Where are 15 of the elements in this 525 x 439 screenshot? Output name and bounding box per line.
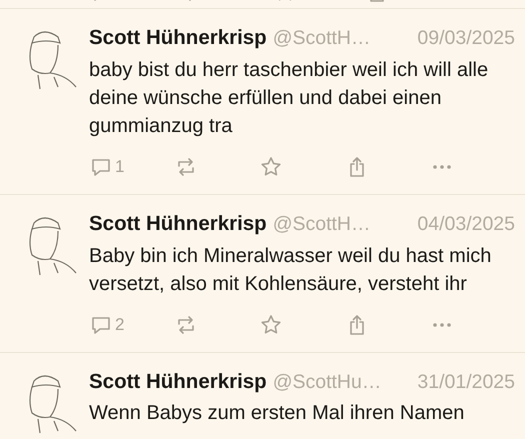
author-name[interactable]: Scott Hühnerkrisp: [89, 23, 267, 54]
post-date: 09/03/2025: [417, 26, 515, 51]
author-name[interactable]: Scott Hühnerkrisp: [89, 208, 267, 240]
reply-count: 2: [115, 314, 124, 336]
post-text: Baby bin ich Mineralwasser weil du hast mich versetzt, also mit Kohlensäure, versteht ihr: [89, 244, 492, 296]
star-icon[interactable]: [259, 312, 284, 336]
author-name[interactable]: Scott Hühnerkrisp: [89, 366, 267, 398]
post-date: 04/03/2025: [417, 212, 515, 237]
post-date: 31/01/2025: [417, 370, 515, 394]
author-handle: @ScottH…: [272, 212, 371, 237]
author-handle: @ScottH…: [272, 26, 371, 51]
author-handle: @ScottHu…: [272, 370, 382, 394]
post-text: Wenn Babys zum ersten Mal ihren Namen: [89, 401, 466, 426]
post-text: baby bist du herr taschenbier weil ich will alle deine wünsche erfüllen und dabei einen gummianzug tra: [89, 58, 490, 139]
reply-count: 1: [115, 156, 124, 178]
